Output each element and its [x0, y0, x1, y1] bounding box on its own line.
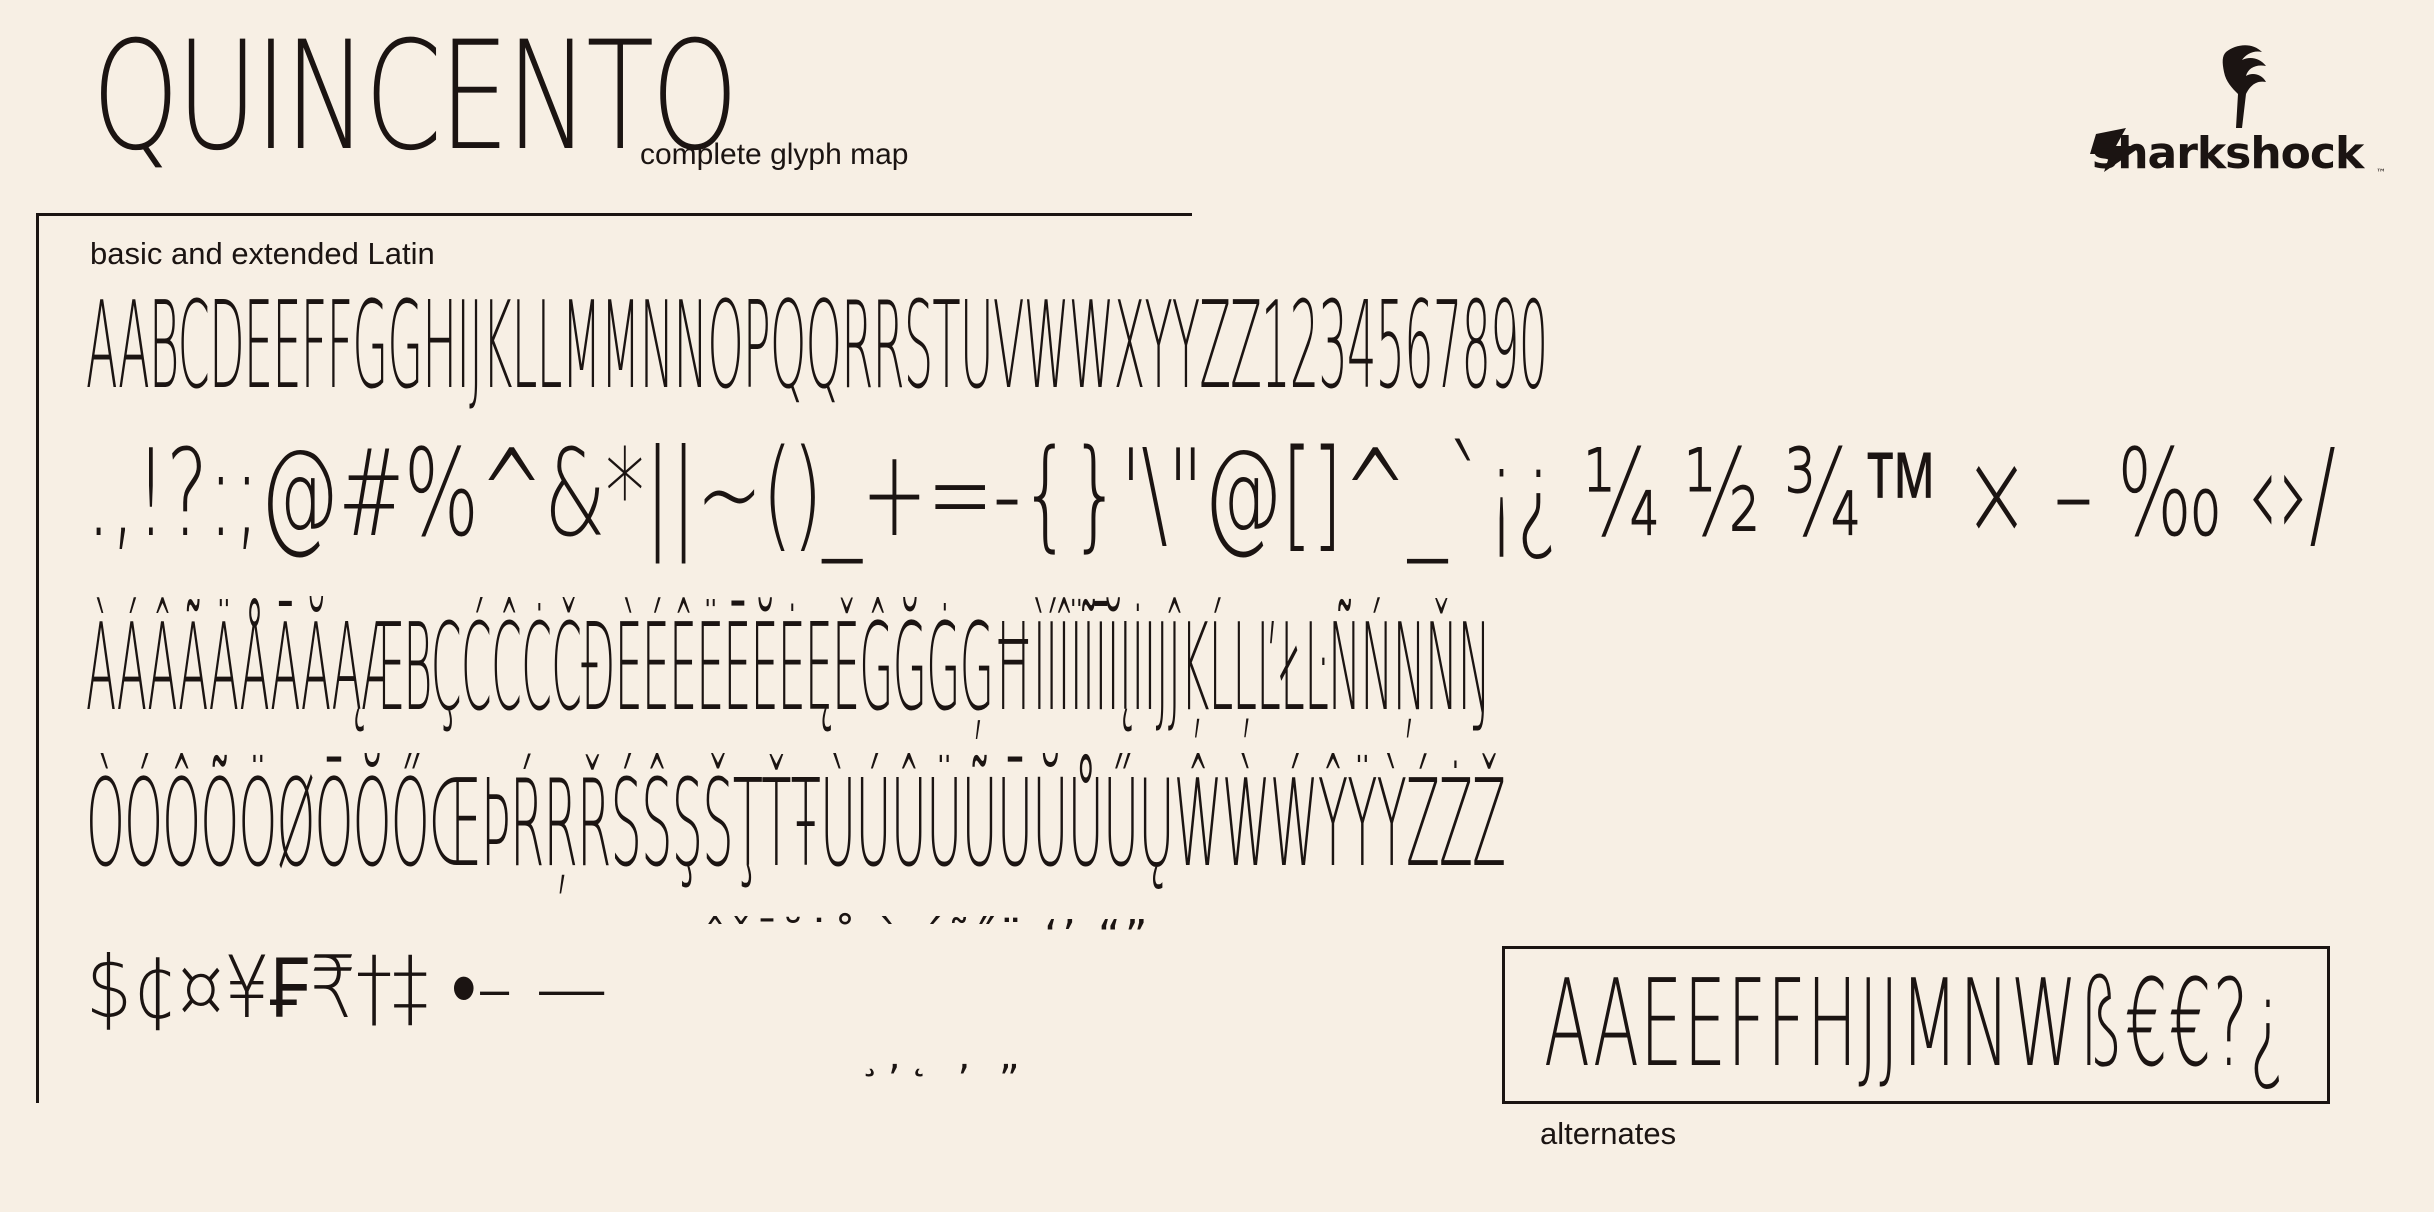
header-divider: [36, 213, 1192, 216]
diacritic-marks-bottom: ¸,˛ ‚ „: [860, 1033, 1028, 1079]
page-subtitle: complete glyph map: [640, 138, 909, 171]
brand-name: sharkshock: [2092, 128, 2364, 179]
diacritic-marks-top: ˆˇ¯˘˙˚ ` ´˜˝¨ ‘’ “”: [704, 911, 1152, 962]
glyph-row-punctuation: .,!?:;@#%^&*||~()_+=-{}'\"@[]^_`¡¿ ¼ ½ ¾…: [86, 425, 2336, 564]
glyph-row-accented-o-to-z: ÒÓÔÕÖØŌŎŐŒÞŔŖŘŚŜŞŠŢŤŦÙÚÛÜŨŪŬŮŰŲŴẀẂŶŸỲŹŻŽ: [86, 755, 1506, 894]
glyph-row-accented-a-to-n: ÀÁÂÃÄÅĀĂĄÆBÇĆĈĊČĐÈÉÊËĒĔĖĘĚĜĞĠĢĦÌÍÎÏĨĪĬĮİ…: [86, 599, 1491, 738]
glyph-row-basic-latin: AABCDEEFFGGHIJKLLMMNNOPQQRRSTUVWWXYYZZ12…: [86, 277, 1548, 416]
alternates-label: alternates: [1540, 1116, 1677, 1151]
alternate-glyphs: AAEEFFHJJMNWß€€?¿: [1544, 955, 2287, 1094]
trademark-mark: ™: [2376, 168, 2386, 179]
section-bracket: [36, 213, 39, 1103]
glyph-row-currency-symbols: $¢¤¥₣₹†‡ •– —: [86, 938, 608, 1038]
section-label: basic and extended Latin: [90, 236, 435, 271]
